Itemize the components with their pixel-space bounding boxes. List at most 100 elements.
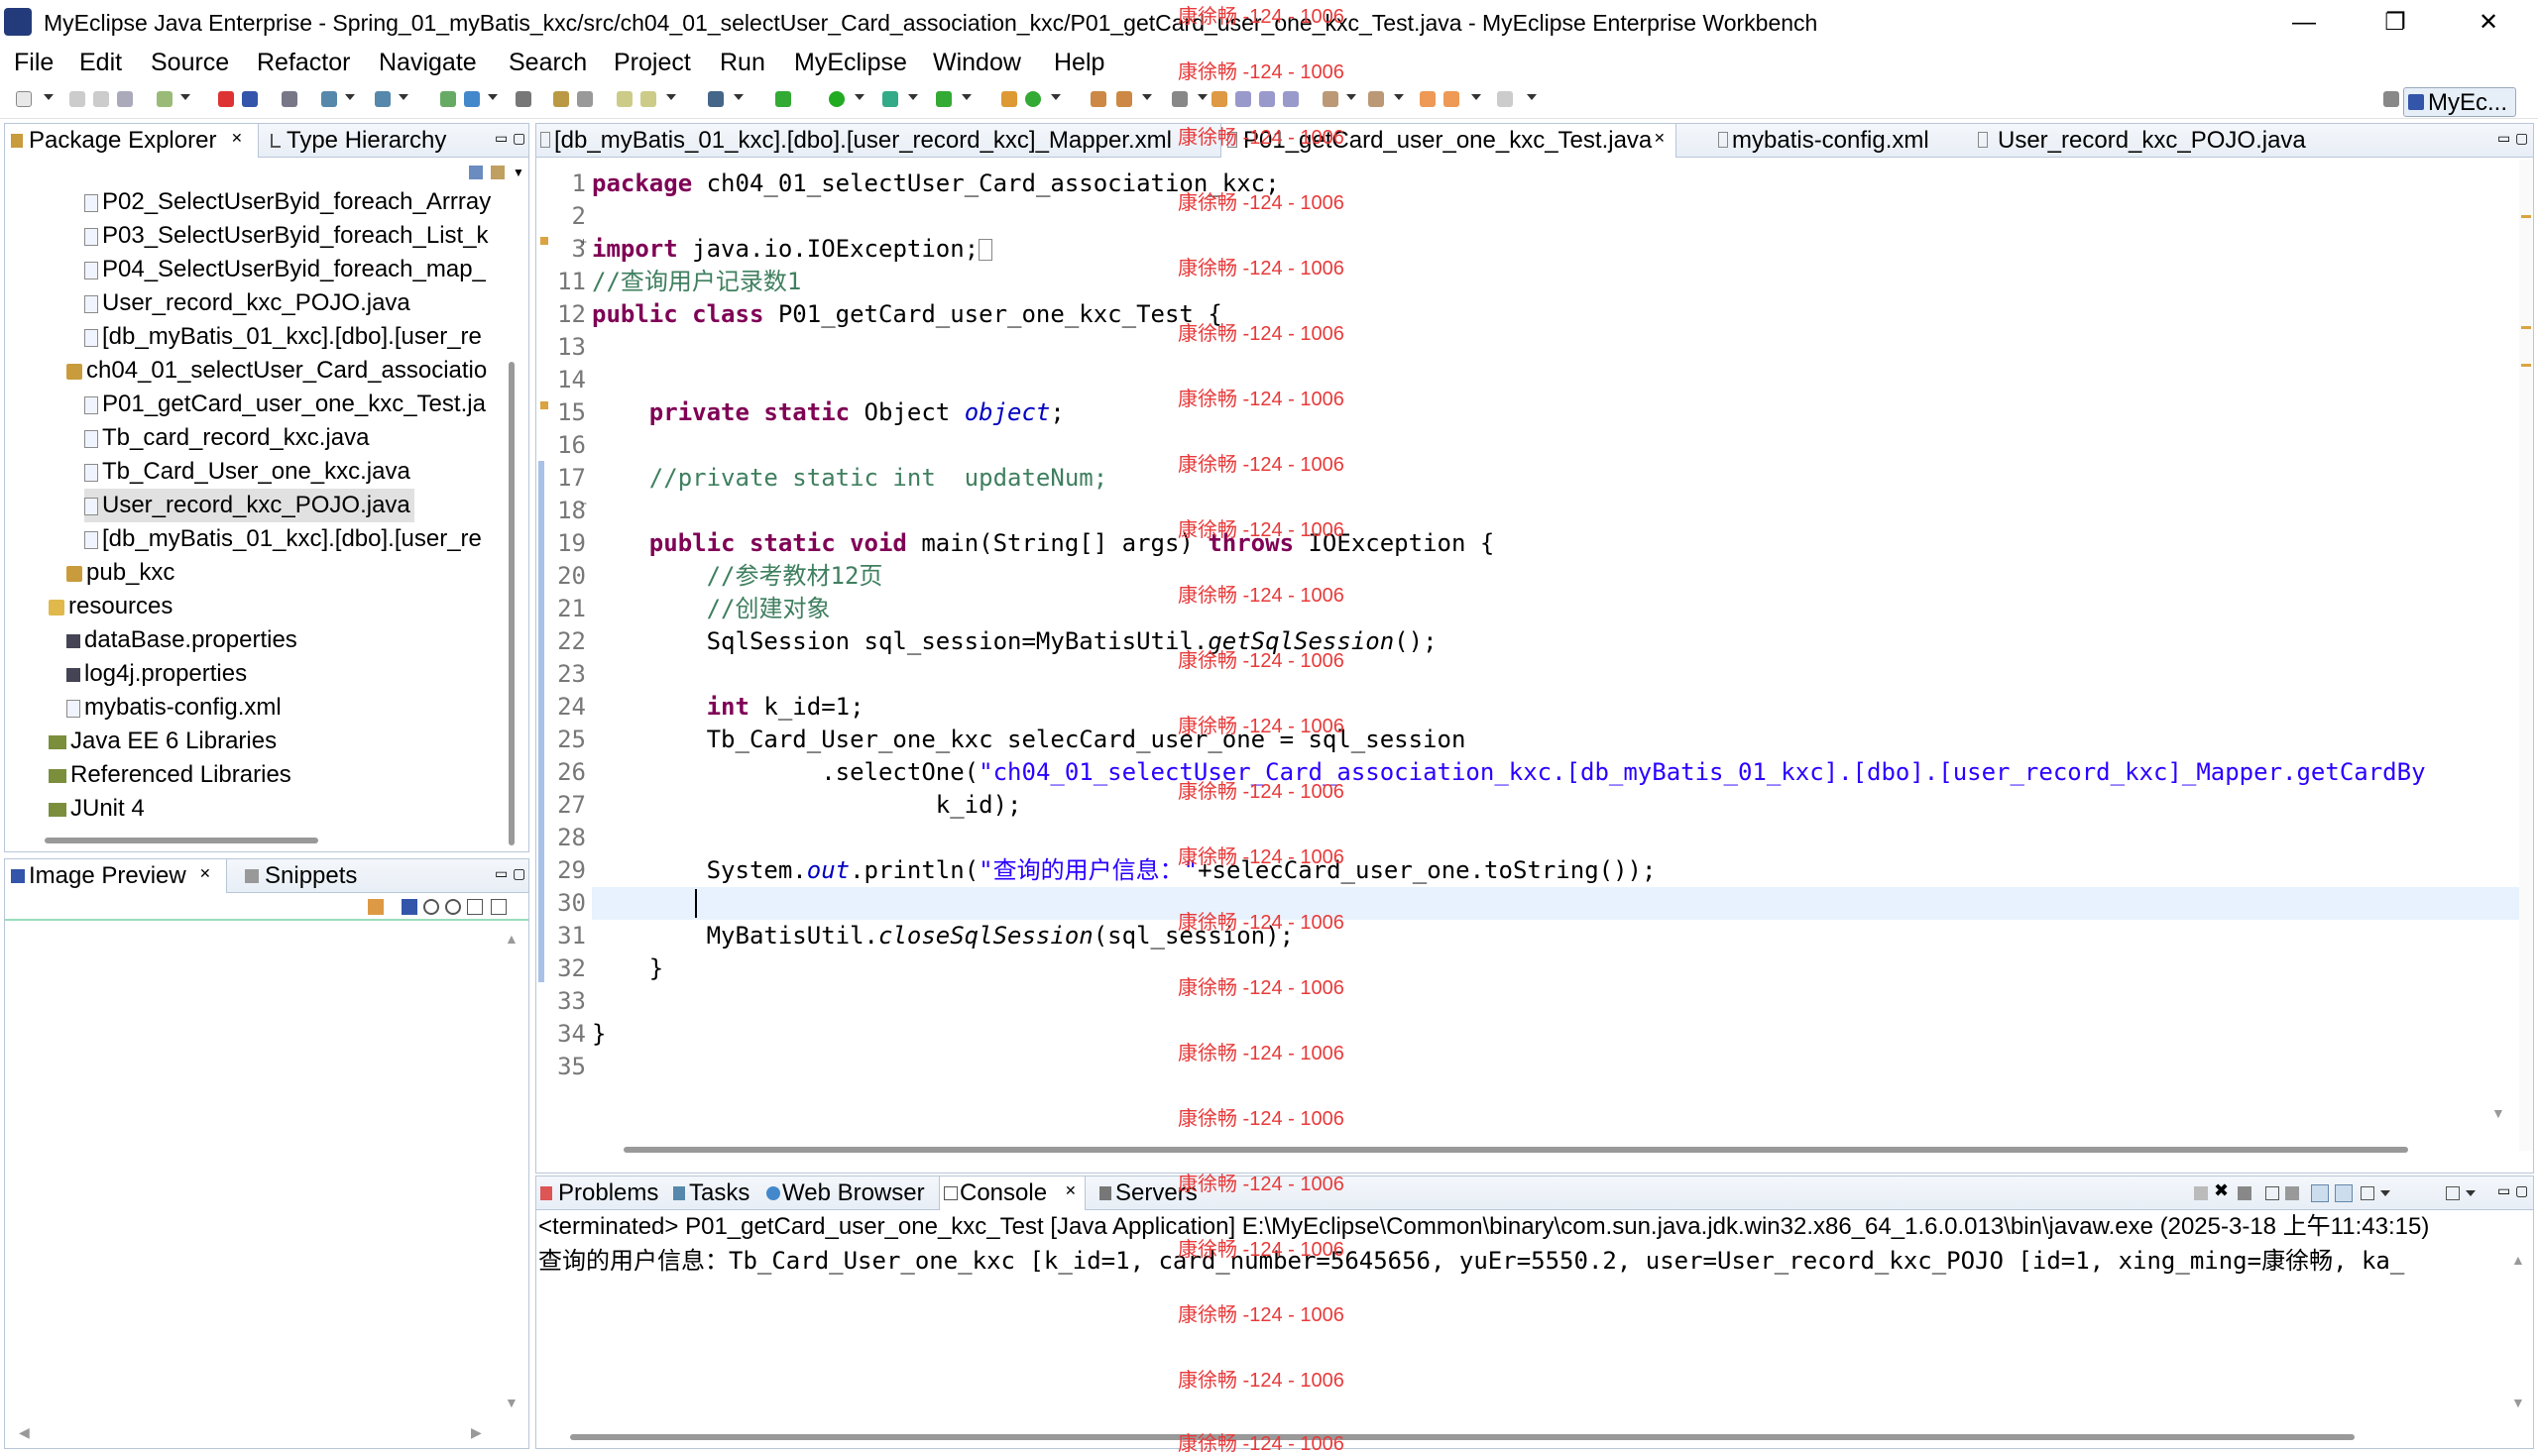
prev-annotation-dropdown-icon[interactable] (1394, 94, 1404, 100)
menu-project[interactable]: Project (614, 49, 691, 77)
new-server-icon[interactable] (157, 91, 173, 107)
tab-type-hierarchy[interactable]: Type Hierarchy (265, 124, 473, 158)
profile-icon[interactable] (1001, 91, 1017, 107)
collapse-all-icon[interactable] (469, 166, 483, 179)
open-perspective-icon[interactable] (2383, 91, 2399, 107)
next-annotation-icon[interactable] (1323, 91, 1338, 107)
word-wrap-icon[interactable] (2335, 1184, 2353, 1202)
close-icon[interactable]: ✕ (199, 865, 211, 882)
save-all-icon[interactable] (93, 91, 109, 107)
tree-item-library[interactable]: JUnit 4 (49, 792, 145, 820)
save-icon[interactable] (69, 91, 85, 107)
tab-snippets[interactable]: Snippets (239, 859, 378, 893)
remove-all-icon[interactable] (2238, 1186, 2251, 1200)
refresh-icon[interactable] (577, 91, 593, 107)
minimize-view-icon[interactable]: ▭ (2497, 130, 2510, 147)
menu-refactor[interactable]: Refactor (257, 49, 350, 77)
folder-dropdown-icon[interactable] (666, 94, 676, 100)
tree-item[interactable]: log4j.properties (66, 657, 247, 691)
layout-icon[interactable] (491, 899, 507, 915)
tree-item[interactable]: P01_getCard_user_one_kxc_Test.ja (84, 388, 486, 421)
fit-icon[interactable] (402, 899, 417, 915)
overview-ruler[interactable] (2519, 160, 2533, 1151)
maximize-button[interactable]: ❐ (2371, 4, 2419, 42)
class-icon[interactable] (464, 91, 480, 107)
tree-item-selected[interactable]: User_record_kxc_POJO.java (84, 489, 414, 522)
fold-expand-icon[interactable]: + (580, 235, 587, 249)
zoom-in-icon[interactable] (445, 899, 461, 915)
web-icon[interactable] (321, 91, 337, 107)
zoom-out-icon[interactable] (423, 899, 439, 915)
tab-mapper-xml[interactable]: [db_myBatis_01_kxc].[dbo].[user_record_k… (536, 124, 1212, 158)
maximize-view-icon[interactable]: ▢ (2515, 130, 2528, 147)
maximize-view-icon[interactable]: ▢ (2515, 1182, 2528, 1199)
tab-console[interactable]: Console ✕ (939, 1176, 1086, 1210)
console-output[interactable]: 查询的用户信息：Tb_Card_User_one_kxc [k_id=1, ca… (538, 1244, 2499, 1278)
tab-mybatis-config[interactable]: mybatis-config.xml (1714, 124, 1962, 158)
view-menu-icon[interactable]: ▼ (513, 166, 524, 179)
tab-image-preview[interactable]: Image Preview ✕ (5, 859, 227, 893)
code-area[interactable]: package ch04_01_selectUser_Card_associat… (592, 168, 2525, 1159)
tab-tasks[interactable]: Tasks (671, 1176, 760, 1210)
tab-web-browser[interactable]: Web Browser (764, 1176, 939, 1210)
scroll-down-icon[interactable]: ▼ (2511, 1395, 2525, 1410)
forward-icon[interactable] (1443, 91, 1459, 107)
forward-dropdown-icon[interactable] (1527, 94, 1537, 100)
web-dropdown-icon[interactable] (345, 94, 355, 100)
manage-deploy-icon[interactable] (242, 91, 258, 107)
terminate-icon[interactable] (2194, 1186, 2208, 1200)
explorer-vertical-scrollbar[interactable] (509, 362, 515, 845)
back-icon[interactable] (1420, 91, 1436, 107)
package-icon[interactable] (440, 91, 456, 107)
folder-icon[interactable] (617, 91, 633, 107)
tree-item[interactable]: [db_myBatis_01_kxc].[dbo].[user_re (84, 320, 482, 354)
scroll-down-icon[interactable]: ▼ (505, 1395, 519, 1410)
tree-item[interactable]: mybatis-config.xml (66, 691, 282, 725)
scroll-right-icon[interactable]: ▶ (471, 1424, 482, 1441)
tree-item[interactable]: P04_SelectUserByid_foreach_map_ (84, 253, 486, 286)
refresh-preview-icon[interactable] (368, 899, 384, 915)
menu-navigate[interactable]: Navigate (379, 49, 477, 77)
open-console-dropdown-icon[interactable] (2466, 1190, 2476, 1196)
explorer-horizontal-scrollbar[interactable] (45, 838, 318, 843)
external-dropdown-icon[interactable] (908, 94, 918, 100)
folder2-icon[interactable] (640, 91, 656, 107)
tree-item[interactable]: User_record_kxc_POJO.java (84, 286, 410, 320)
run-dropdown-icon[interactable] (855, 94, 865, 100)
minimize-view-icon[interactable]: ▭ (2497, 1182, 2510, 1199)
tab-package-explorer[interactable]: Package Explorer ✕ (5, 124, 259, 158)
open-folder-icon[interactable] (1091, 91, 1106, 107)
display-console-icon[interactable] (2361, 1186, 2374, 1200)
menu-run[interactable]: Run (720, 49, 765, 77)
wrench-dropdown-icon[interactable] (1198, 94, 1208, 100)
forward-disabled-icon[interactable] (1497, 91, 1513, 107)
external-tools-icon[interactable] (882, 91, 898, 107)
close-button[interactable]: ✕ (2465, 4, 2512, 42)
tree-item[interactable]: P02_SelectUserByid_foreach_Arrray (84, 185, 491, 219)
menu-source[interactable]: Source (151, 49, 229, 77)
file-icon[interactable] (553, 91, 569, 107)
new-dropdown-icon[interactable] (44, 94, 54, 100)
close-icon[interactable]: ✕ (1654, 130, 1666, 147)
tree-item-package[interactable]: ch04_01_selectUser_Card_associatio (66, 354, 487, 388)
display-dropdown-icon[interactable] (2380, 1190, 2390, 1196)
maximize-view-icon[interactable]: ▢ (513, 865, 525, 882)
menu-search[interactable]: Search (509, 49, 587, 77)
refresh-green-icon[interactable] (1025, 91, 1041, 107)
tree-item-folder[interactable]: resources (49, 590, 173, 623)
new-icon[interactable] (16, 91, 32, 107)
perspective-switcher[interactable]: MyEc... (2403, 87, 2516, 117)
print-icon[interactable] (117, 91, 133, 107)
tree-item[interactable]: Tb_Card_User_one_kxc.java (84, 455, 410, 489)
tree-item-library[interactable]: Referenced Libraries (49, 758, 291, 792)
overview-warning-mark[interactable] (2521, 326, 2531, 329)
globe-icon[interactable] (516, 91, 531, 107)
pin-console-icon[interactable] (2311, 1184, 2329, 1202)
open-console-icon[interactable] (2446, 1186, 2460, 1200)
overview-warning-mark[interactable] (2521, 364, 2531, 367)
tree-item[interactable]: [db_myBatis_01_kxc].[dbo].[user_re (84, 522, 482, 556)
browser-dropdown-icon[interactable] (399, 94, 408, 100)
actual-size-icon[interactable] (467, 899, 483, 915)
highlight-icon[interactable] (1211, 91, 1227, 107)
scroll-left-icon[interactable]: ◀ (19, 1424, 30, 1441)
